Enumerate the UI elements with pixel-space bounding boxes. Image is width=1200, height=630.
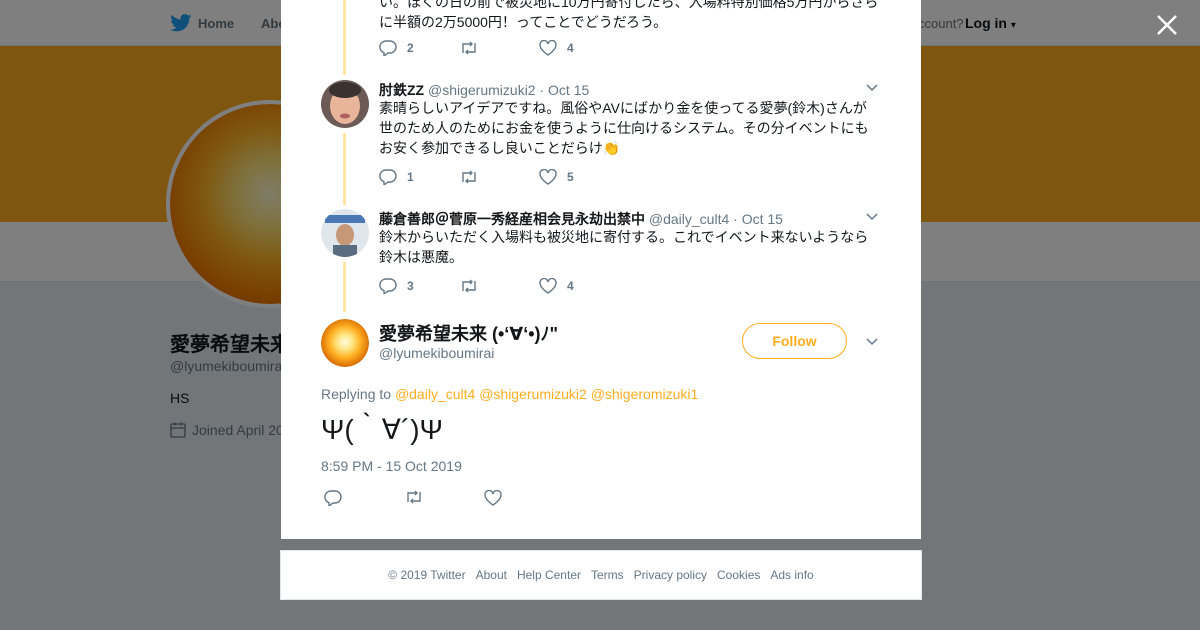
like-button[interactable]: 4 [539, 40, 619, 56]
thread-connector [343, 0, 346, 75]
like-button[interactable]: 4 [539, 278, 619, 294]
tweet-date[interactable]: Oct 15 [548, 82, 589, 98]
tweet-text: 素晴らしいアイデアですね。風俗やAVにばかり金を使ってる愛夢(鈴木)さんが世のた… [379, 100, 869, 156]
avatar[interactable] [321, 209, 369, 257]
chevron-down-icon [866, 84, 878, 92]
like-button[interactable] [484, 489, 564, 511]
author-handle[interactable]: @shigerumizuki2 [428, 82, 536, 98]
avatar[interactable] [321, 80, 369, 128]
like-button[interactable]: 5 [539, 169, 619, 185]
retweet-button[interactable] [459, 279, 539, 293]
footer-link-privacy[interactable]: Privacy policy [634, 568, 707, 582]
heart-icon [539, 169, 557, 185]
reply-icon [379, 40, 397, 56]
reply-button[interactable] [324, 490, 404, 511]
reply-button[interactable]: 3 [379, 278, 459, 294]
main-tweet-actions [324, 489, 564, 511]
main-author-avatar[interactable] [321, 319, 369, 367]
retweet-icon [462, 170, 476, 184]
mention-link[interactable]: @shigeromizuki1 [591, 386, 699, 402]
retweet-button[interactable] [459, 170, 539, 184]
like-count: 4 [567, 279, 574, 293]
retweet-button[interactable] [459, 41, 539, 55]
tweet-menu-button[interactable] [865, 334, 879, 353]
tweet-actions: 1 5 [379, 169, 619, 185]
footer-link-about[interactable]: About [476, 568, 507, 582]
tweet-header: 藤倉善郎＠菅原一秀経産相会見永劫出禁中 @daily_cult4 · Oct 1… [379, 209, 783, 229]
like-count: 4 [567, 41, 574, 55]
reply-icon [324, 490, 342, 508]
chevron-down-icon [866, 213, 878, 221]
tweet-date[interactable]: Oct 15 [742, 211, 783, 227]
author-name[interactable]: 藤倉善郎＠菅原一秀経産相会見永劫出禁中 [379, 211, 645, 227]
replying-prefix: Replying to [321, 386, 392, 402]
footer-copyright: © 2019 Twitter [388, 568, 466, 582]
footer-link-ads-info[interactable]: Ads info [770, 568, 813, 582]
main-author-handle[interactable]: @lyumekiboumirai [379, 345, 494, 361]
separator-dot: · [539, 82, 545, 98]
retweet-icon [407, 490, 421, 504]
close-icon [1157, 15, 1177, 35]
like-count: 5 [567, 170, 574, 184]
retweet-button[interactable] [404, 490, 484, 511]
reply-icon [379, 278, 397, 294]
tweet-actions: 2 4 [379, 40, 619, 56]
tweet-modal: い。ほくの日の前で被災地に10万円寄付したら、入場料特別価格5万円からさらに半額… [281, 0, 921, 539]
tweet-text: 鈴木からいただく入場料も被災地に寄付する。これでイベント来ないようなら鈴木は悪魔… [379, 229, 869, 265]
main-tweet-text: Ψ(｀∀´)Ψ [321, 414, 443, 445]
heart-icon [539, 40, 557, 56]
retweet-icon [462, 279, 476, 293]
tweet-header: 肘鉄ZZ @shigerumizuki2 · Oct 15 [379, 80, 589, 100]
reply-count: 2 [407, 41, 414, 55]
footer: © 2019 Twitter About Help Center Terms P… [280, 550, 922, 600]
footer-link-cookies[interactable]: Cookies [717, 568, 760, 582]
tweet-text: い。ほくの日の前で被災地に10万円寄付したら、入場料特別価格5万円からさらに半額… [379, 0, 879, 30]
replying-to: Replying to @daily_cult4 @shigerumizuki2… [321, 386, 698, 402]
reply-count: 3 [407, 279, 414, 293]
close-button[interactable] [1154, 12, 1180, 38]
reply-button[interactable]: 1 [379, 169, 459, 185]
tweet-menu-button[interactable] [865, 209, 879, 228]
retweet-icon [462, 41, 476, 55]
main-author-name[interactable]: 愛夢希望未来 (•‘∀‘•)ﾉ" [379, 320, 558, 346]
footer-link-help-center[interactable]: Help Center [517, 568, 581, 582]
footer-link-terms[interactable]: Terms [591, 568, 624, 582]
tweet-menu-button[interactable] [865, 80, 879, 99]
mention-link[interactable]: @shigerumizuki2 [479, 386, 587, 402]
reply-icon [379, 169, 397, 185]
reply-button[interactable]: 2 [379, 40, 459, 56]
heart-icon [539, 278, 557, 294]
reply-count: 1 [407, 170, 414, 184]
mention-link[interactable]: @daily_cult4 [395, 386, 475, 402]
thread-connector [343, 262, 346, 312]
heart-icon [484, 489, 502, 506]
author-name[interactable]: 肘鉄ZZ [379, 82, 424, 98]
separator-dot: · [733, 211, 738, 227]
main-tweet-timestamp[interactable]: 8:59 PM - 15 Oct 2019 [321, 458, 462, 474]
tweet-actions: 3 4 [379, 278, 619, 294]
thread-connector [343, 133, 346, 205]
chevron-down-icon [866, 338, 878, 346]
author-handle[interactable]: @daily_cult4 [649, 211, 729, 227]
follow-button[interactable]: Follow [742, 323, 847, 359]
